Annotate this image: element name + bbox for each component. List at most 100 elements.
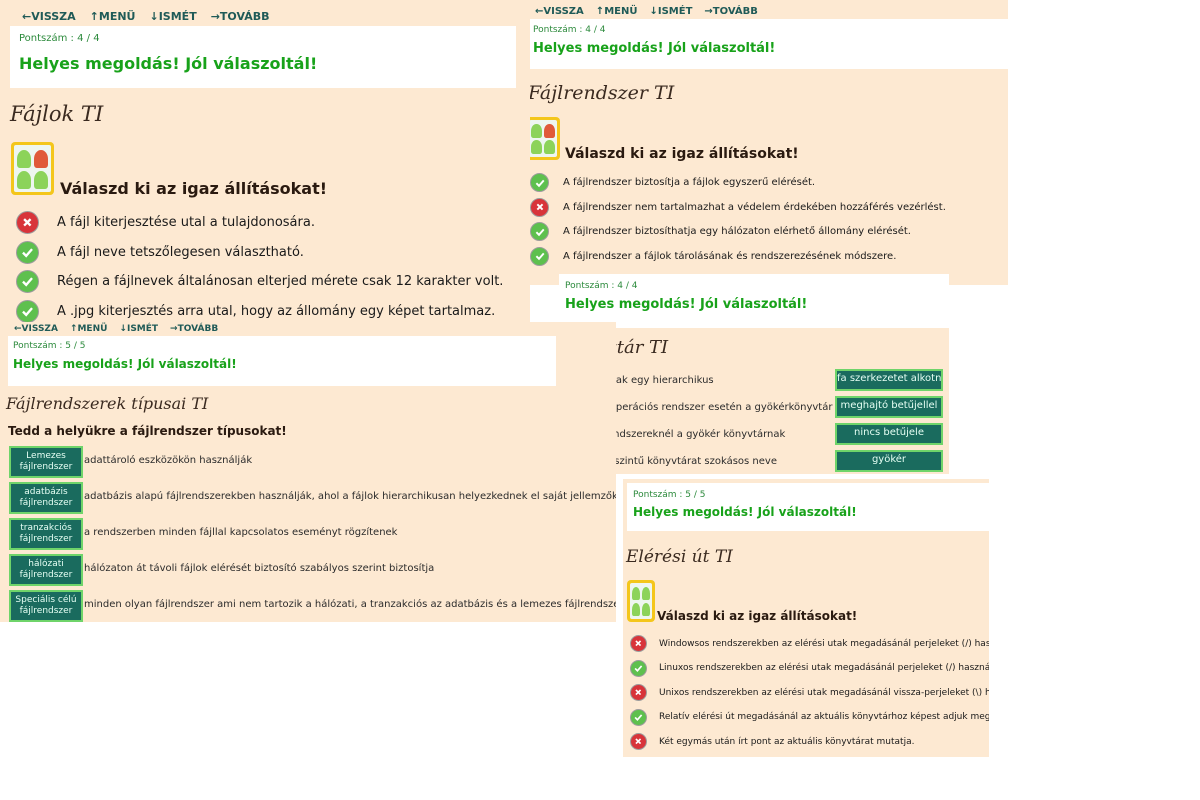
nav-menu-button[interactable]: ↑MENÜ <box>596 6 638 17</box>
nav-repeat-button[interactable]: ↓ISMÉT <box>150 10 197 23</box>
page-title: Fájlok TI <box>10 102 104 126</box>
answer-text: Régen a fájlnevek általánosan elterjed m… <box>57 274 504 289</box>
nav-repeat-button[interactable]: ↓ISMÉT <box>649 6 692 17</box>
nav-menu-button[interactable]: ↑MENÜ <box>70 324 108 334</box>
answer-text: A fájlrendszer biztosíthatja egy hálózat… <box>563 226 911 237</box>
score-box: Pontszám : 4 / 4 Helyes megoldás! Jól vá… <box>559 274 949 328</box>
tag-description: minden olyan fájlrendszer ami nem tartoz… <box>84 599 616 610</box>
question-text: Válaszd ki az igaz állításokat! <box>565 146 799 162</box>
drag-tag[interactable]: tranzakciós fájlrendszer <box>9 518 83 550</box>
nav-bar: ←VISSZA ↑MENÜ ↓ISMÉT →TOVÁBB <box>22 10 270 23</box>
answer-row: Linuxos rendszerekben az elérési utak me… <box>630 659 989 677</box>
score-text: Pontszám : 5 / 5 <box>13 341 86 351</box>
arrow-left-icon: ← <box>14 324 22 334</box>
character-badge <box>11 142 54 195</box>
nav-back-button[interactable]: ←VISSZA <box>14 324 58 334</box>
check-icon <box>16 270 39 293</box>
drag-tag[interactable]: Lemezes fájlrendszer <box>9 446 83 478</box>
nav-next-button[interactable]: →TOVÁBB <box>211 10 270 23</box>
cross-icon <box>630 635 647 652</box>
answer-text: A fájl neve tetszőlegesen választható. <box>57 244 304 260</box>
nav-next-button[interactable]: →TOVÁBB <box>704 6 758 17</box>
check-icon <box>630 659 647 677</box>
answer-row: Régen a fájlnevek általánosan elterjed m… <box>16 270 503 293</box>
question-text: Válaszd ki az igaz állításokat! <box>657 609 858 623</box>
drag-tag[interactable]: hálózati fájlrendszer <box>9 554 83 586</box>
arrow-down-icon: ↓ <box>149 10 159 23</box>
correct-message: Helyes megoldás! Jól válaszoltál! <box>533 41 776 56</box>
drag-tag[interactable]: Speciális célú fájlrendszer <box>9 590 83 622</box>
score-text: Pontszám : 4 / 4 <box>533 25 606 35</box>
cross-icon <box>530 197 549 217</box>
answer-row: A fájlrendszer biztosítja a fájlok egysz… <box>530 173 815 192</box>
answer-row: Unixos rendszerekben az elérési utak meg… <box>630 684 989 701</box>
panel-fajlrendszerek-tipusai: ←VISSZA ↑MENÜ ↓ISMÉT →TOVÁBB Pontszám : … <box>0 322 616 622</box>
nav-next-button[interactable]: →TOVÁBB <box>170 324 218 334</box>
drag-tag[interactable]: adatbázis fájlrendszer <box>9 482 83 514</box>
answer-text: Linuxos rendszerekben az elérési utak me… <box>659 663 989 673</box>
panel-fajlok: ←VISSZA ↑MENÜ ↓ISMÉT →TOVÁBB Pontszám : … <box>0 0 530 322</box>
answer-text: A fájl kiterjesztése utal a tulajdonosár… <box>57 215 315 230</box>
answer-text: Unixos rendszerekben az elérési utak meg… <box>659 687 989 698</box>
nav-menu-button[interactable]: ↑MENÜ <box>90 10 136 23</box>
tag-description: adatbázis alapú fájlrendszerekben haszná… <box>84 491 616 502</box>
panel-konyvtar: Pontszám : 4 / 4 Helyes megoldás! Jól vá… <box>559 274 949 474</box>
answer-text: A fájlrendszer biztosítja a fájlok egysz… <box>563 177 816 188</box>
arrow-right-icon: → <box>704 6 713 17</box>
tag-description: a rendszerben minden fájllal kapcsolatos… <box>84 527 398 538</box>
arrow-up-icon: ↑ <box>595 6 605 17</box>
answer-slot[interactable]: nincs betűjele <box>835 423 943 445</box>
cross-icon <box>16 211 39 234</box>
correct-message: Helyes megoldás! Jól válaszoltál! <box>565 297 808 312</box>
answer-row: A fájlrendszer nem tartalmazhat a védele… <box>530 197 946 217</box>
score-box: Pontszám : 4 / 4 Helyes megoldás! Jól vá… <box>10 26 516 88</box>
answer-row: A fájl kiterjesztése utal a tulajdonosár… <box>16 211 315 234</box>
cross-icon <box>630 733 647 750</box>
check-icon <box>630 708 647 726</box>
arrow-right-icon: → <box>210 10 220 23</box>
check-icon <box>530 173 549 192</box>
arrow-left-icon: ← <box>22 10 32 23</box>
score-text: Pontszám : 4 / 4 <box>19 33 100 44</box>
correct-message: Helyes megoldás! Jól válaszoltál! <box>13 357 237 371</box>
answer-slot[interactable]: fa szerkezetet alkotnak <box>835 369 943 391</box>
answer-slot[interactable]: meghajtó betűjellel <box>835 396 943 418</box>
page-title: Fájlrendszerek típusai TI <box>6 394 209 413</box>
nav-repeat-button[interactable]: ↓ISMÉT <box>119 324 158 334</box>
panel-eleresi-ut: Pontszám : 5 / 5 Helyes megoldás! Jól vá… <box>623 479 989 757</box>
arrow-down-icon: ↓ <box>119 324 127 334</box>
answer-text: Két egymás után írt pont az aktuális kön… <box>659 736 915 747</box>
question-text: Tedd a helyükre a fájlrendszer típusokat… <box>8 424 287 438</box>
score-box: Pontszám : 5 / 5 Helyes megoldás! Jól vá… <box>627 483 989 531</box>
tag-description: hálózaton át távoli fájlok elérését bizt… <box>84 563 435 574</box>
answer-text: A fájlrendszer nem tartalmazhat a védele… <box>563 201 946 213</box>
panel-fajlrendszer: ←VISSZA ↑MENÜ ↓ISMÉT →TOVÁBB Pontszám : … <box>526 0 1008 285</box>
answer-text: A fájlrendszer a fájlok tárolásának és r… <box>563 250 897 262</box>
check-icon <box>530 222 549 241</box>
question-text: Válaszd ki az igaz állításokat! <box>60 179 328 198</box>
check-icon <box>16 299 39 322</box>
check-icon <box>16 240 39 264</box>
correct-message: Helyes megoldás! Jól válaszoltál! <box>633 505 857 519</box>
arrow-right-icon: → <box>170 324 178 334</box>
answer-row: A fájlrendszer biztosíthatja egy hálózat… <box>530 222 911 241</box>
score-text: Pontszám : 4 / 4 <box>565 281 638 291</box>
arrow-down-icon: ↓ <box>649 6 658 17</box>
nav-bar: ←VISSZA ↑MENÜ ↓ISMÉT →TOVÁBB <box>535 6 758 17</box>
answer-row: Két egymás után írt pont az aktuális kön… <box>630 733 914 750</box>
nav-back-button[interactable]: ←VISSZA <box>22 10 76 23</box>
check-icon <box>530 246 549 266</box>
answer-text: Relatív elérési út megadásánál az aktuál… <box>659 712 989 722</box>
answer-row: Windowsos rendszerekben az elérési utak … <box>630 635 989 652</box>
arrow-up-icon: ↑ <box>89 10 99 23</box>
answer-slot[interactable]: gyökér <box>835 450 943 472</box>
answer-row: Relatív elérési út megadásánál az aktuál… <box>630 708 989 726</box>
answer-text: Windowsos rendszerekben az elérési utak … <box>659 638 989 649</box>
score-box: Pontszám : 4 / 4 Helyes megoldás! Jól vá… <box>526 19 1008 69</box>
nav-bar: ←VISSZA ↑MENÜ ↓ISMÉT →TOVÁBB <box>14 324 218 334</box>
tag-description: adattároló eszközökön használják <box>84 455 253 466</box>
nav-back-button[interactable]: ←VISSZA <box>535 6 584 17</box>
answer-text: A .jpg kiterjesztés arra utal, hogy az á… <box>57 303 496 319</box>
page-title: Fájlrendszer TI <box>528 82 675 104</box>
character-badge <box>526 117 560 160</box>
